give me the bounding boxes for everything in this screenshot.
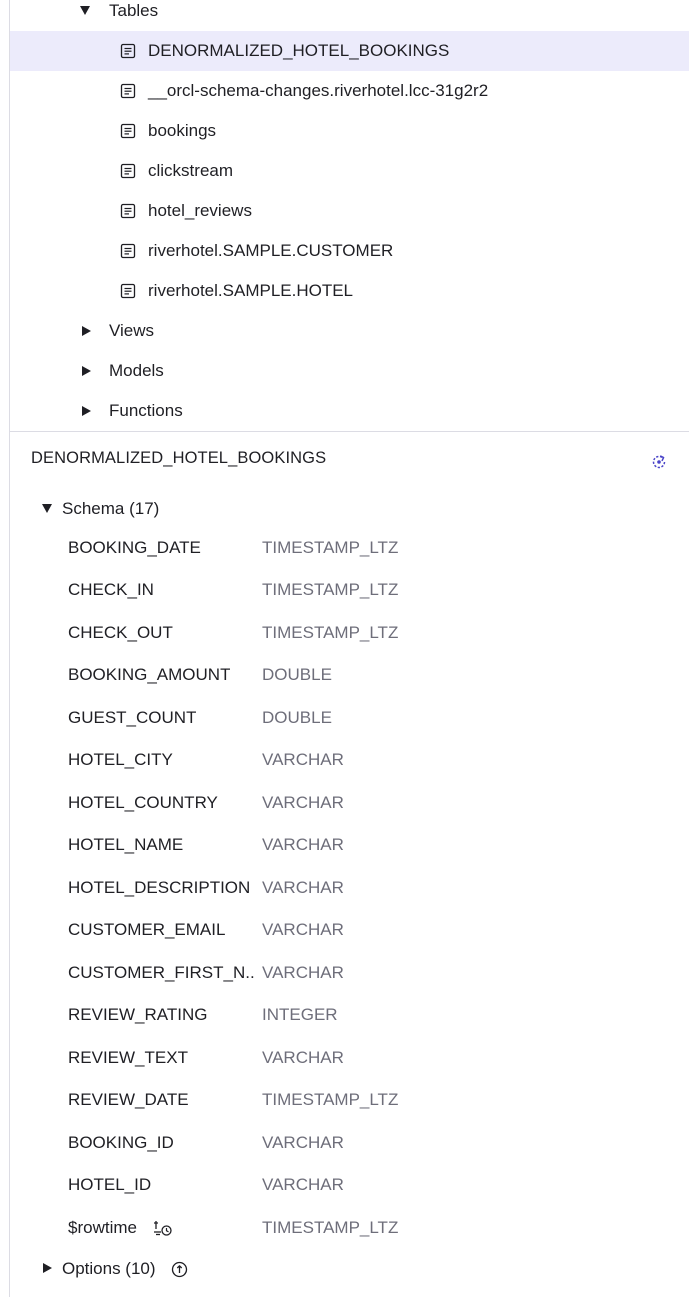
table-item-label: riverhotel.SAMPLE.CUSTOMER [148, 241, 394, 260]
column-name: HOTEL_DESCRIPTION [68, 878, 251, 897]
column-name: HOTEL_COUNTRY [68, 793, 218, 812]
refresh-icon[interactable] [650, 453, 668, 471]
schema-row: REVIEW_DATE TIMESTAMP_LTZ [10, 1090, 689, 1120]
column-name: CUSTOMER_EMAIL [68, 920, 226, 939]
schema-row: BOOKING_DATE TIMESTAMP_LTZ [10, 538, 689, 568]
schema-row: BOOKING_AMOUNT DOUBLE [10, 665, 689, 695]
column-type: INTEGER [262, 1005, 338, 1024]
column-name: REVIEW_RATING [68, 1005, 208, 1024]
column-type: VARCHAR [262, 878, 344, 897]
column-name: BOOKING_AMOUNT [68, 665, 231, 684]
tree-group-tables[interactable]: Tables [10, 0, 689, 31]
schema-row: HOTEL_DESCRIPTION VARCHAR [10, 878, 689, 908]
column-name: BOOKING_ID [68, 1133, 174, 1152]
tree-group-label: Views [109, 321, 155, 340]
chevron-right-icon[interactable] [82, 406, 91, 416]
table-doc-icon [120, 203, 136, 219]
column-type: DOUBLE [262, 665, 332, 684]
table-item-riverhotel-sample-hotel[interactable]: riverhotel.SAMPLE.HOTEL [10, 271, 689, 311]
schema-row: CHECK_IN TIMESTAMP_LTZ [10, 580, 689, 610]
table-doc-icon [120, 43, 136, 59]
schema-row: REVIEW_TEXT VARCHAR [10, 1048, 689, 1078]
column-type: TIMESTAMP_LTZ [262, 623, 399, 642]
column-name: BOOKING_DATE [68, 538, 201, 557]
column-type: VARCHAR [262, 1175, 344, 1194]
table-item-label: riverhotel.SAMPLE.HOTEL [148, 281, 354, 300]
tree-group-label: Tables [109, 1, 159, 20]
schema-row: GUEST_COUNT DOUBLE [10, 708, 689, 738]
column-type: TIMESTAMP_LTZ [262, 538, 399, 557]
column-name: HOTEL_CITY [68, 750, 173, 769]
schema-row: HOTEL_ID VARCHAR [10, 1175, 689, 1205]
table-item-bookings[interactable]: bookings [10, 111, 689, 151]
table-item-orcl-schema-changes[interactable]: __orcl-schema-changes.riverhotel.lcc-31g… [10, 71, 689, 111]
table-item-label: hotel_reviews [148, 201, 252, 220]
tree-group-models[interactable]: Models [10, 351, 689, 391]
chevron-down-icon[interactable] [42, 504, 52, 513]
table-doc-icon [120, 283, 136, 299]
table-item-denormalized-hotel-bookings[interactable]: DENORMALIZED_HOTEL_BOOKINGS [10, 31, 689, 71]
tree-group-label: Models [109, 361, 164, 380]
column-name: $rowtime [68, 1218, 137, 1237]
column-name: CUSTOMER_FIRST_N... [68, 963, 256, 982]
watermark-clock-icon [154, 1221, 172, 1236]
column-type: DOUBLE [262, 708, 332, 727]
schema-row: HOTEL_NAME VARCHAR [10, 835, 689, 865]
column-type: VARCHAR [262, 1048, 344, 1067]
detail-title: DENORMALIZED_HOTEL_BOOKINGS [31, 449, 327, 467]
schema-row: $rowtime TIMESTAMP_LTZ [10, 1218, 689, 1248]
table-item-riverhotel-sample-customer[interactable]: riverhotel.SAMPLE.CUSTOMER [10, 231, 689, 271]
table-item-label: bookings [148, 121, 217, 140]
column-name: GUEST_COUNT [68, 708, 197, 727]
schema-row: HOTEL_CITY VARCHAR [10, 750, 689, 780]
tree-group-functions[interactable]: Functions [10, 391, 689, 431]
column-name: CHECK_IN [68, 580, 154, 599]
chevron-right-icon[interactable] [82, 326, 91, 336]
column-name: HOTEL_ID [68, 1175, 152, 1194]
chevron-right-icon[interactable] [43, 1263, 52, 1273]
schema-row: HOTEL_COUNTRY VARCHAR [10, 793, 689, 823]
table-item-label: __orcl-schema-changes.riverhotel.lcc-31g… [148, 81, 489, 100]
table-doc-icon [120, 123, 136, 139]
column-type: TIMESTAMP_LTZ [262, 1090, 399, 1109]
column-name: HOTEL_NAME [68, 835, 184, 854]
schema-row: CUSTOMER_EMAIL VARCHAR [10, 920, 689, 950]
column-name: REVIEW_TEXT [68, 1048, 188, 1067]
table-doc-icon [120, 243, 136, 259]
schema-row: CHECK_OUT TIMESTAMP_LTZ [10, 623, 689, 653]
column-type: VARCHAR [262, 920, 344, 939]
schema-row: REVIEW_RATING INTEGER [10, 1005, 689, 1035]
column-type: VARCHAR [262, 750, 344, 769]
column-type: VARCHAR [262, 963, 344, 982]
panel-divider [10, 431, 689, 432]
schema-row: CUSTOMER_FIRST_N... VARCHAR [10, 963, 689, 993]
info-circle-icon[interactable] [171, 1261, 188, 1278]
column-name: CHECK_OUT [68, 623, 173, 642]
table-item-label: DENORMALIZED_HOTEL_BOOKINGS [148, 41, 450, 60]
table-doc-icon [120, 83, 136, 99]
catalog-panel: Tables DENORMALIZED_HOTEL_BOOKINGS __orc… [9, 0, 689, 1297]
table-doc-icon [120, 163, 136, 179]
column-type: VARCHAR [262, 835, 344, 854]
schema-section-label: Schema (17) [62, 499, 160, 518]
table-item-clickstream[interactable]: clickstream [10, 151, 689, 191]
table-item-hotel-reviews[interactable]: hotel_reviews [10, 191, 689, 231]
options-section-label: Options (10) [62, 1259, 156, 1278]
table-item-label: clickstream [148, 161, 234, 180]
chevron-right-icon[interactable] [82, 366, 91, 376]
options-section-toggle[interactable]: Options (10) [10, 1255, 689, 1283]
column-type: VARCHAR [262, 793, 344, 812]
schema-section-toggle[interactable]: Schema (17) [10, 495, 689, 523]
chevron-down-icon[interactable] [80, 6, 90, 15]
tree-group-views[interactable]: Views [10, 311, 689, 351]
column-type: TIMESTAMP_LTZ [262, 1218, 399, 1237]
tree-group-label: Functions [109, 401, 183, 420]
column-type: TIMESTAMP_LTZ [262, 580, 399, 599]
column-name: REVIEW_DATE [68, 1090, 189, 1109]
column-type: VARCHAR [262, 1133, 344, 1152]
schema-row: BOOKING_ID VARCHAR [10, 1133, 689, 1163]
